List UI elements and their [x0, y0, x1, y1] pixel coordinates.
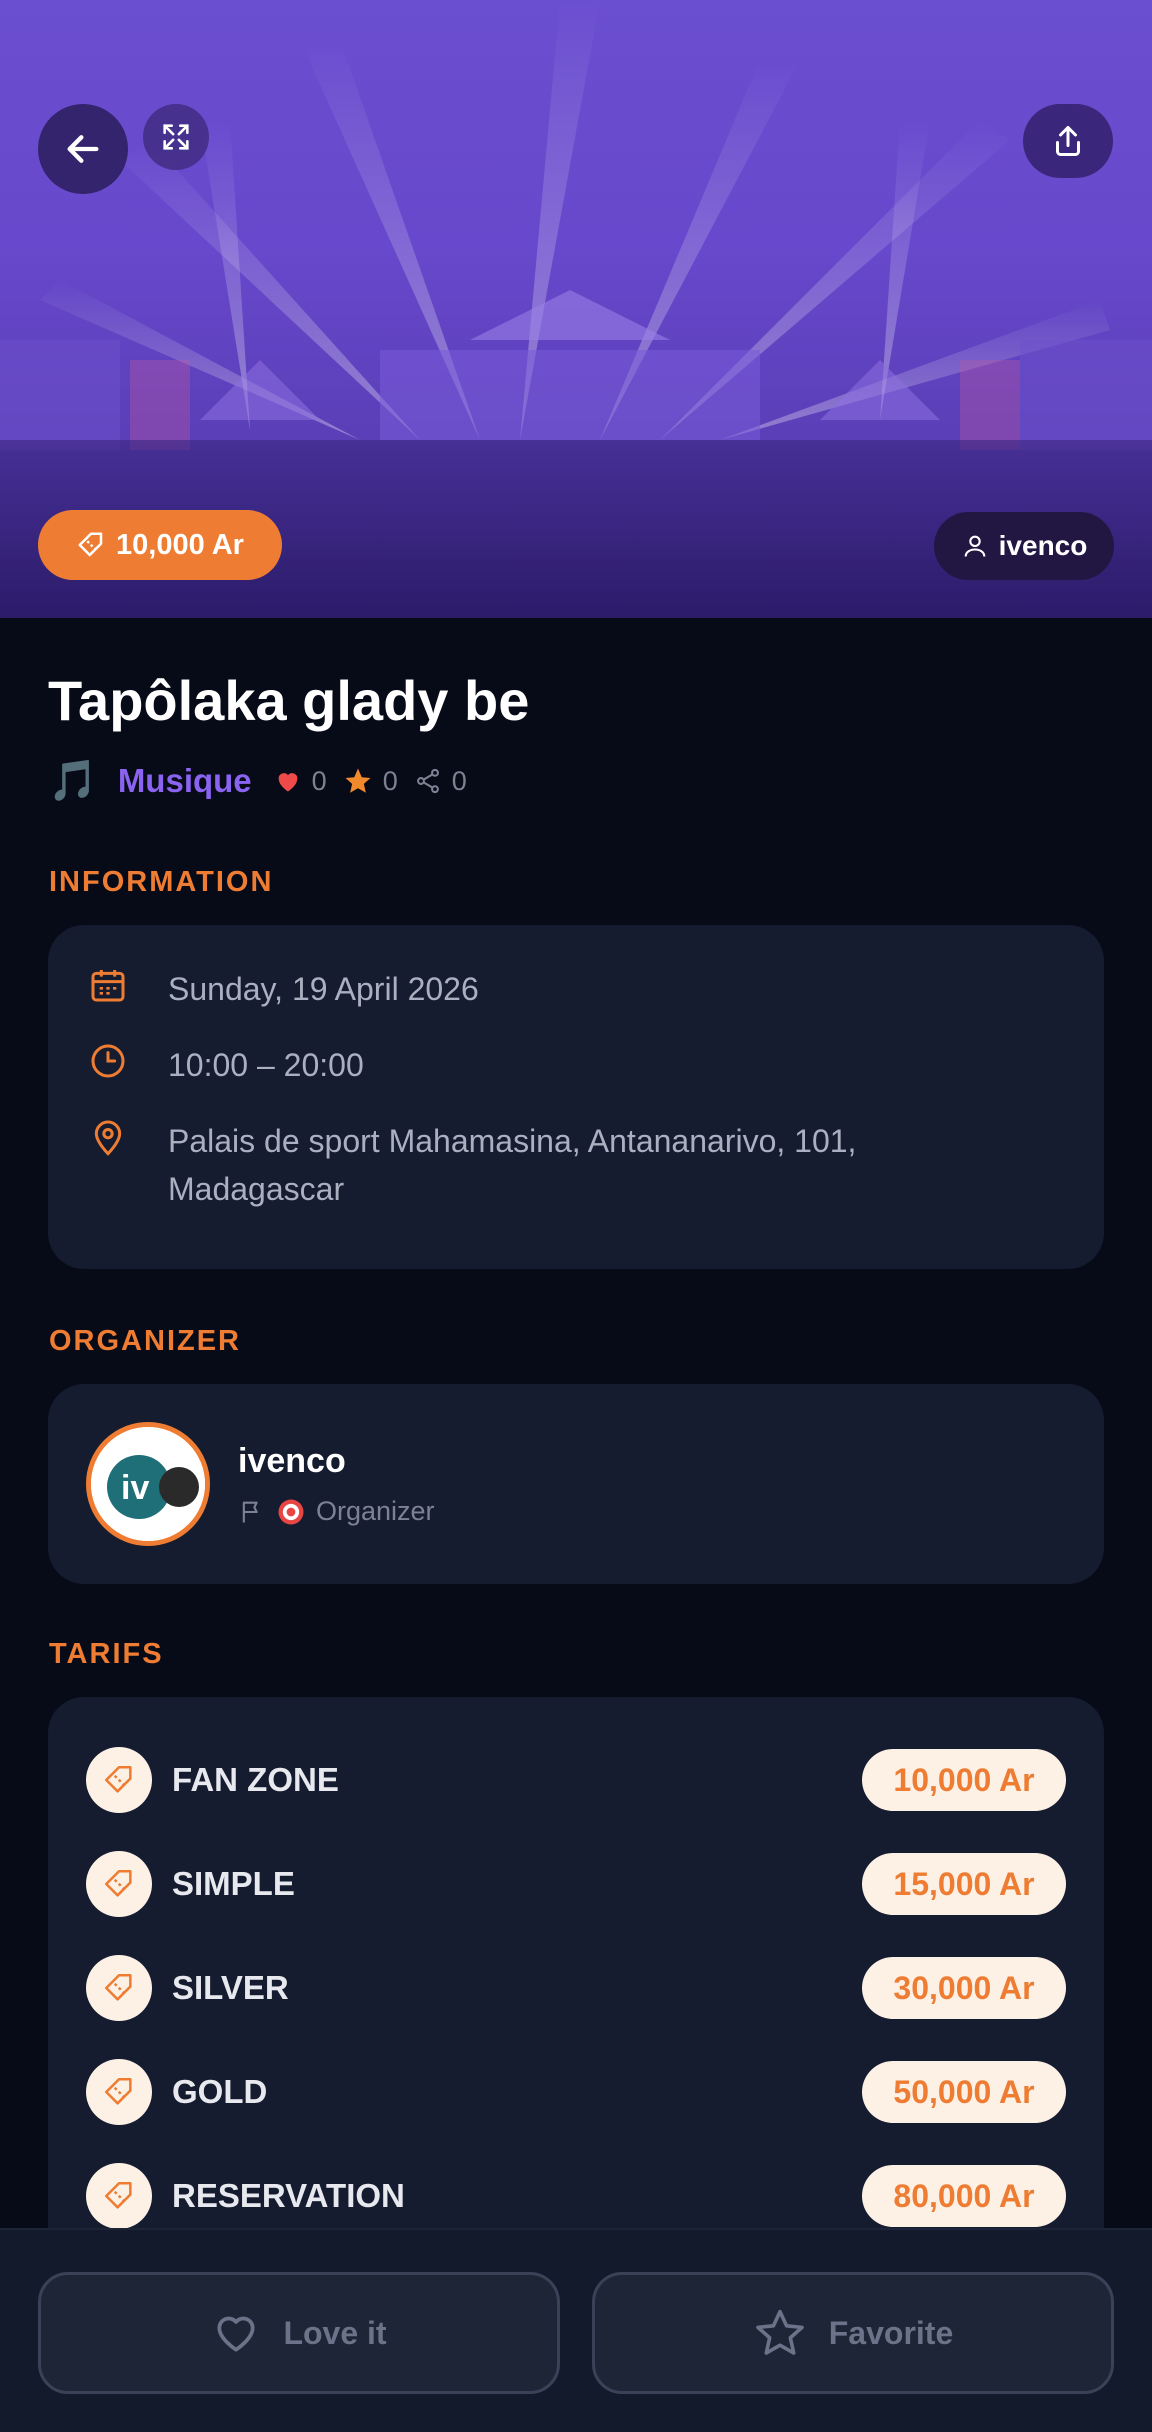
tarifs-heading: TARIFS — [49, 1638, 164, 1670]
ticket-icon — [78, 532, 103, 557]
fullscreen-button[interactable] — [143, 104, 209, 170]
organizer-logo-text: iv — [121, 1469, 149, 1507]
ticket-icon — [86, 2059, 152, 2125]
tarif-row[interactable]: SIMPLE 15,000 Ar — [86, 1851, 1066, 1917]
tarif-row[interactable]: FAN ZONE 10,000 Ar — [86, 1747, 1066, 1813]
information-heading: INFORMATION — [49, 866, 274, 898]
event-date: Sunday, 19 April 2026 — [168, 971, 479, 1007]
tarif-row[interactable]: GOLD 50,000 Ar — [86, 2059, 1066, 2125]
organizer-badge[interactable]: ivenco — [934, 512, 1114, 580]
share-button[interactable] — [1023, 104, 1113, 178]
target-icon — [278, 1499, 304, 1524]
organizer-name: ivenco — [238, 1442, 346, 1480]
date-row: Sunday, 19 April 2026 — [88, 965, 479, 1013]
tarif-name: SILVER — [172, 1969, 289, 2006]
bottom-action-bar: Love it Favorite — [0, 2228, 1152, 2432]
event-meta: 🎵 Musique 0 0 0 — [48, 756, 483, 806]
address-line-1: Palais de sport Mahamasina, Antananarivo… — [168, 1123, 857, 1159]
organizer-badge-label: ivenco — [998, 530, 1088, 561]
category-label[interactable]: Musique — [118, 762, 252, 800]
event-title: Tapôlaka glady be — [48, 669, 530, 732]
calendar-icon — [91, 970, 125, 1002]
event-time: 10:00 – 20:00 — [168, 1047, 364, 1083]
tarif-name: SIMPLE — [172, 1865, 295, 1902]
time-row: 10:00 – 20:00 — [88, 1041, 364, 1089]
ticket-icon — [86, 1851, 152, 1917]
expand-icon — [163, 124, 189, 150]
information-card: Sunday, 19 April 2026 10:00 – 20:00 Pala… — [48, 925, 1104, 1269]
tarif-price: 10,000 Ar — [862, 1749, 1066, 1811]
shares-value: 0 — [451, 765, 467, 796]
price-badge-label: 10,000 Ar — [116, 528, 244, 561]
event-address: Palais de sport Mahamasina, Antananarivo… — [168, 1117, 856, 1213]
heart-icon — [278, 773, 297, 792]
favorite-button-label: Favorite — [828, 2314, 954, 2351]
organizer-heading: ORGANIZER — [49, 1325, 241, 1357]
love-button[interactable]: Love it — [38, 2272, 560, 2394]
star-outline-icon — [755, 2309, 804, 2355]
organizer-role: Organizer — [238, 1496, 435, 1527]
hero-image: 10,000 Ar ivenco — [0, 0, 1152, 618]
music-note-icon: 🎵 — [48, 759, 98, 803]
favorites-value: 0 — [382, 765, 398, 796]
share-nodes-icon — [416, 768, 439, 794]
love-button-label: Love it — [283, 2314, 387, 2351]
organizer-logo: iv — [91, 1427, 205, 1541]
organizer-avatar[interactable]: iv — [86, 1422, 210, 1546]
favorites-count: 0 — [343, 766, 398, 797]
ticket-icon — [86, 2163, 152, 2229]
back-button[interactable] — [38, 104, 128, 194]
tarif-price: 30,000 Ar — [862, 1957, 1066, 2019]
tarif-row[interactable]: RESERVATION 80,000 Ar — [86, 2163, 1066, 2229]
tarif-name: GOLD — [172, 2073, 268, 2110]
organizer-role-label: Organizer — [316, 1496, 435, 1526]
tarif-price: 50,000 Ar — [862, 2061, 1066, 2123]
likes-value: 0 — [311, 765, 327, 796]
favorite-button[interactable]: Favorite — [592, 2272, 1114, 2394]
tarifs-card: FAN ZONE 10,000 Ar SIMPLE 15,000 Ar SILV… — [48, 1697, 1104, 2297]
likes-count: 0 — [274, 766, 327, 797]
location-pin-icon — [94, 1120, 122, 1156]
flag-icon — [242, 1501, 258, 1522]
heart-outline-icon — [217, 2316, 255, 2352]
ticket-icon — [86, 1955, 152, 2021]
ticket-icon — [86, 1747, 152, 1813]
shares-count: 0 — [414, 766, 467, 797]
organizer-card[interactable]: iv ivenco Organizer — [48, 1384, 1104, 1584]
share-icon — [1056, 126, 1080, 156]
tarif-row[interactable]: SILVER 30,000 Ar — [86, 1955, 1066, 2021]
address-line-2: Madagascar — [168, 1171, 345, 1207]
tarif-name: FAN ZONE — [172, 1761, 339, 1798]
tarif-name: RESERVATION — [172, 2177, 405, 2214]
location-row[interactable]: Palais de sport Mahamasina, Antananarivo… — [88, 1117, 856, 1213]
arrow-left-icon — [67, 135, 99, 163]
star-icon — [345, 768, 371, 793]
user-icon — [964, 535, 986, 557]
clock-icon — [91, 1044, 125, 1078]
tarif-price: 80,000 Ar — [862, 2165, 1066, 2227]
tarif-price: 15,000 Ar — [862, 1853, 1066, 1915]
price-badge: 10,000 Ar — [38, 510, 282, 580]
